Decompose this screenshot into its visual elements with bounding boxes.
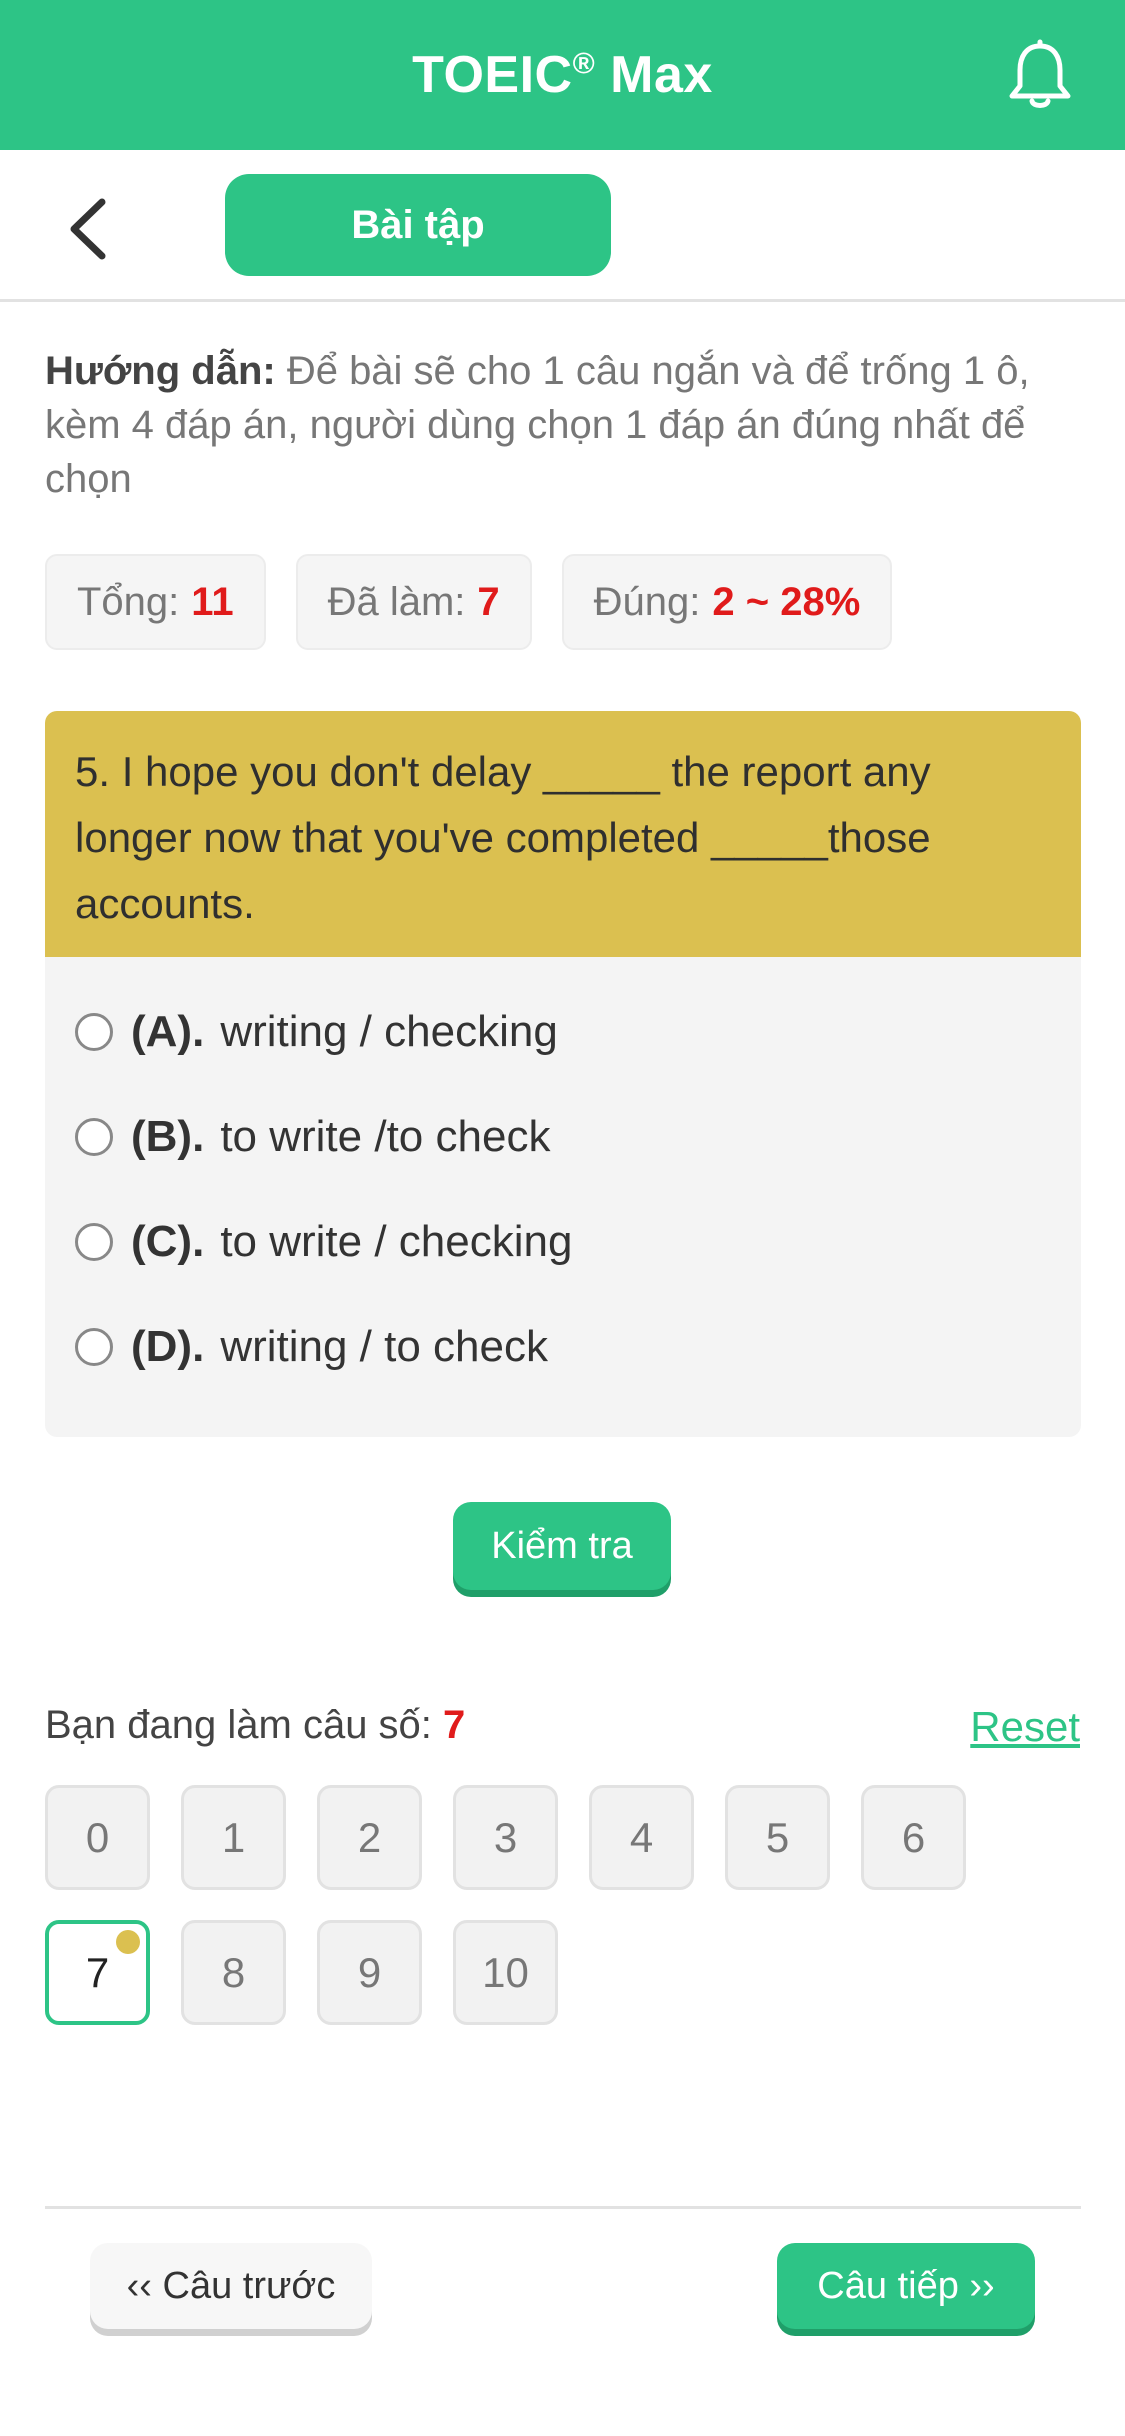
- app-title: TOEIC® Max: [412, 45, 713, 105]
- option-letter: (A).: [131, 1006, 205, 1056]
- question-number-cell[interactable]: 0: [45, 1785, 150, 1890]
- question-number-grid: 0 1 2 3 4 5 6 7 8 9 10: [45, 1785, 1085, 2025]
- option-letter: (D).: [131, 1321, 205, 1371]
- question-number-cell[interactable]: 2: [317, 1785, 422, 1890]
- radio-button[interactable]: [75, 1117, 113, 1156]
- registered-mark: ®: [572, 47, 596, 81]
- top-bar: TOEIC® Max: [0, 0, 1125, 150]
- instructions: Hướng dẫn: Để bài sẽ cho 1 câu ngắn và đ…: [45, 344, 1085, 506]
- stat-done-label: Đã làm:: [327, 579, 466, 624]
- stat-done-value: 7: [477, 579, 500, 624]
- footer-divider: [45, 2206, 1081, 2209]
- radio-button[interactable]: [75, 1327, 113, 1366]
- bell-icon[interactable]: [1007, 38, 1073, 112]
- question-number-cell[interactable]: 5: [725, 1785, 830, 1890]
- option-text: writing / to check: [220, 1321, 548, 1371]
- question-number-cell[interactable]: 1: [181, 1785, 286, 1890]
- stat-total-label: Tổng:: [77, 579, 180, 624]
- answer-options: (A). writing / checking (B). to write /t…: [45, 957, 1081, 1437]
- question-number-cell[interactable]: 8: [181, 1920, 286, 2025]
- stat-total-value: 11: [191, 579, 234, 624]
- option-d[interactable]: (D). writing / to check: [45, 1294, 1081, 1399]
- tab-exercise[interactable]: Bài tập: [225, 174, 611, 276]
- option-c[interactable]: (C). to write / checking: [45, 1189, 1081, 1294]
- stat-total: Tổng: 11: [45, 554, 266, 650]
- progress-current: 7: [443, 1703, 466, 1747]
- option-text: to write / checking: [220, 1216, 573, 1266]
- radio-button[interactable]: [75, 1012, 113, 1051]
- check-button[interactable]: Kiểm tra: [453, 1502, 671, 1590]
- reset-link[interactable]: Reset: [970, 1703, 1080, 1751]
- question-text: 5. I hope you don't delay _____ the repo…: [45, 711, 1081, 957]
- app-root: TOEIC® Max Bài tập Hướng dẫn: Để bài sẽ …: [0, 0, 1125, 2436]
- app-title-text: TOEIC: [412, 46, 573, 104]
- option-text: writing / checking: [220, 1006, 558, 1056]
- option-letter: (B).: [131, 1111, 205, 1161]
- stat-correct-value: 2 ~ 28%: [712, 579, 861, 624]
- option-text: to write /to check: [220, 1111, 551, 1161]
- question-number-cell[interactable]: 4: [589, 1785, 694, 1890]
- question-number-cell[interactable]: 3: [453, 1785, 558, 1890]
- option-letter: (C).: [131, 1216, 205, 1266]
- stat-correct-label: Đúng:: [593, 579, 701, 624]
- question-number-cell-current[interactable]: 7: [45, 1920, 150, 2025]
- instructions-label: Hướng dẫn:: [45, 349, 276, 393]
- question-number-cell[interactable]: 9: [317, 1920, 422, 2025]
- chevron-left-icon: [70, 198, 106, 260]
- option-a[interactable]: (A). writing / checking: [45, 979, 1081, 1084]
- next-question-button[interactable]: Câu tiếp ››: [777, 2243, 1035, 2329]
- app-title-suffix: Max: [595, 46, 713, 104]
- sub-header: Bài tập: [0, 150, 1125, 302]
- stat-correct: Đúng: 2 ~ 28%: [561, 554, 893, 650]
- radio-button[interactable]: [75, 1222, 113, 1261]
- back-button[interactable]: [60, 194, 120, 264]
- progress-label: Bạn đang làm câu số: 7: [45, 1703, 465, 1748]
- question-number-cell[interactable]: 10: [453, 1920, 558, 2025]
- previous-question-button[interactable]: ‹‹ Câu trước: [90, 2243, 372, 2329]
- stat-done: Đã làm: 7: [295, 554, 532, 650]
- current-dot-icon: [116, 1930, 140, 1954]
- question-number-text: 7: [85, 1948, 110, 1996]
- option-b[interactable]: (B). to write /to check: [45, 1084, 1081, 1189]
- question-number-cell[interactable]: 6: [861, 1785, 966, 1890]
- stats-row: Tổng: 11 Đã làm: 7 Đúng: 2 ~ 28%: [45, 554, 893, 650]
- progress-label-text: Bạn đang làm câu số:: [45, 1703, 432, 1747]
